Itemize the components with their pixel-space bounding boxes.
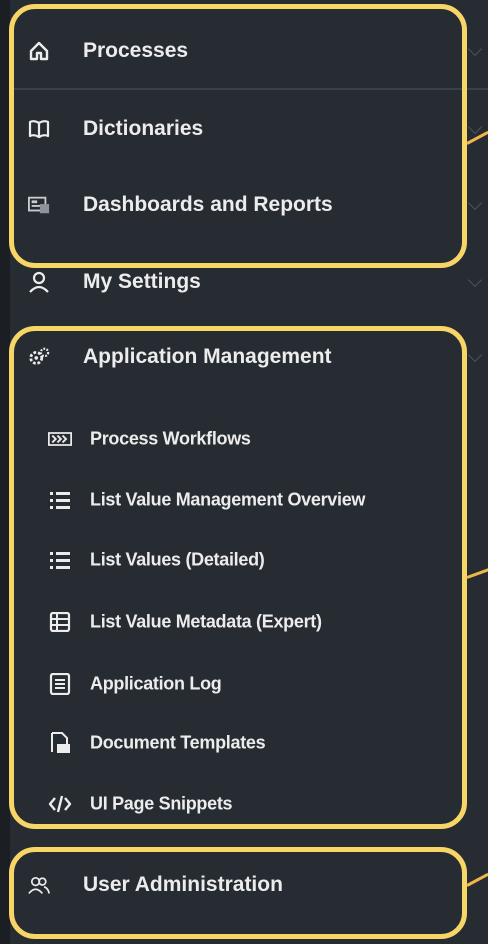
user-icon [28,271,50,293]
chevron-down-icon [467,195,483,210]
chevron-down-icon [467,272,483,287]
chevron-down-icon [467,119,483,134]
highlight-box-middle [9,326,467,829]
chevron-down-icon [467,347,483,362]
chevron-down-icon [467,41,483,56]
nav-item-label: My Settings [83,269,201,293]
highlight-box-top [9,4,467,268]
highlight-box-bottom [9,847,467,939]
